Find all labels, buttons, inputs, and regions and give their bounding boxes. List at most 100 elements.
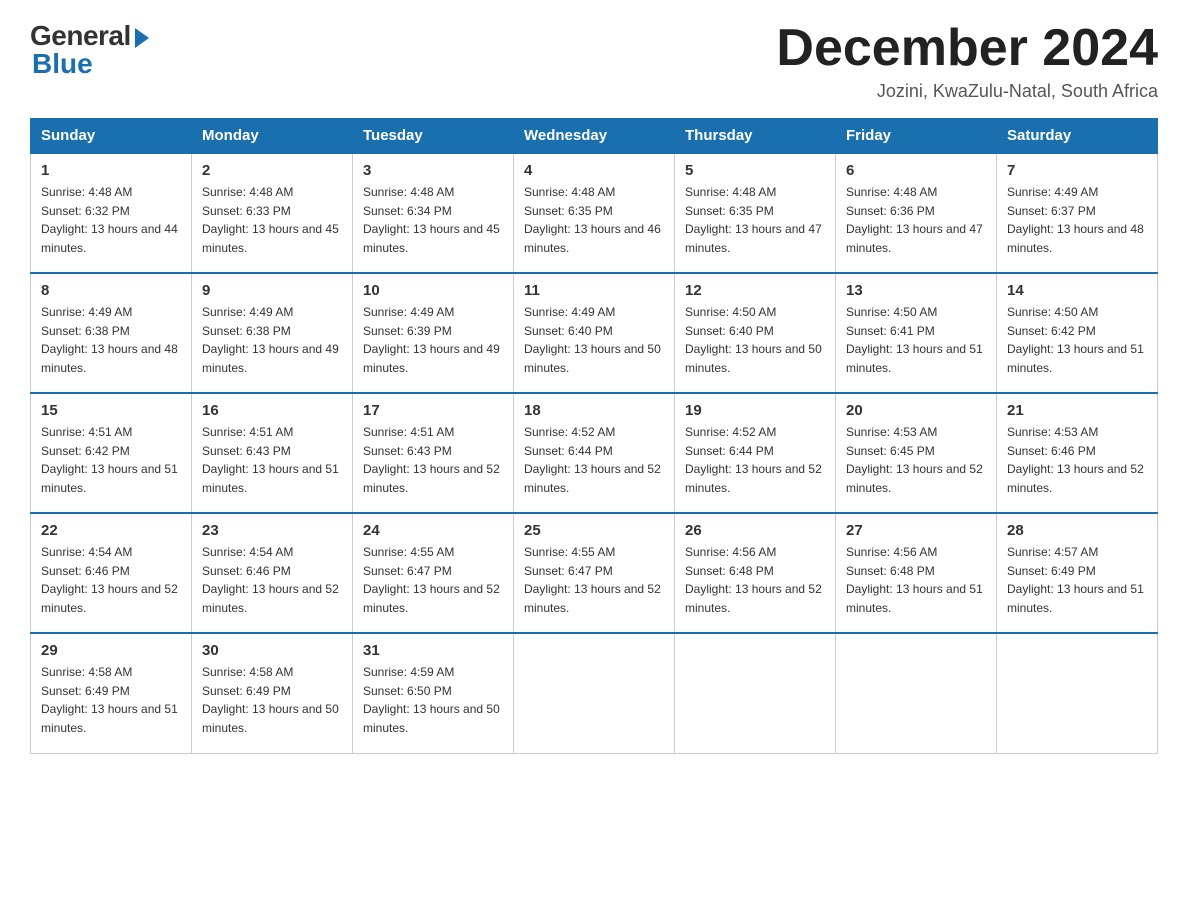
day-info: Sunrise: 4:53 AMSunset: 6:45 PMDaylight:…	[846, 423, 986, 497]
day-of-week-header: Saturday	[997, 119, 1158, 154]
calendar-day-cell: 14 Sunrise: 4:50 AMSunset: 6:42 PMDayligh…	[997, 273, 1158, 393]
calendar-day-cell: 17 Sunrise: 4:51 AMSunset: 6:43 PMDayligh…	[353, 393, 514, 513]
calendar-day-cell: 31 Sunrise: 4:59 AMSunset: 6:50 PMDayligh…	[353, 633, 514, 753]
day-of-week-header: Thursday	[675, 119, 836, 154]
day-number: 17	[363, 402, 503, 419]
logo-blue-text: Blue	[32, 48, 93, 80]
day-info: Sunrise: 4:48 AMSunset: 6:35 PMDaylight:…	[524, 183, 664, 257]
day-info: Sunrise: 4:56 AMSunset: 6:48 PMDaylight:…	[846, 543, 986, 617]
day-number: 29	[41, 642, 181, 659]
calendar-day-cell: 28Sunrise: 4:57 AMSunset: 6:49 PMDayligh…	[997, 513, 1158, 633]
day-info: Sunrise: 4:48 AMSunset: 6:35 PMDaylight:…	[685, 183, 825, 257]
calendar-day-cell: 21Sunrise: 4:53 AMSunset: 6:46 PMDayligh…	[997, 393, 1158, 513]
calendar-day-cell: 23Sunrise: 4:54 AMSunset: 6:46 PMDayligh…	[192, 513, 353, 633]
calendar-day-cell: 1Sunrise: 4:48 AMSunset: 6:32 PMDaylight…	[31, 153, 192, 273]
day-info: Sunrise: 4:50 AMSunset: 6:40 PMDaylight:…	[685, 303, 825, 377]
calendar-day-cell: 10 Sunrise: 4:49 AMSunset: 6:39 PMDayligh…	[353, 273, 514, 393]
location-subtitle: Jozini, KwaZulu-Natal, South Africa	[776, 81, 1158, 102]
day-number: 4	[524, 162, 664, 179]
calendar-week-row: 22Sunrise: 4:54 AMSunset: 6:46 PMDayligh…	[31, 513, 1158, 633]
day-info: Sunrise: 4:48 AMSunset: 6:33 PMDaylight:…	[202, 183, 342, 257]
day-number: 23	[202, 522, 342, 539]
calendar-day-cell: 27 Sunrise: 4:56 AMSunset: 6:48 PMDayligh…	[836, 513, 997, 633]
calendar-day-cell	[514, 633, 675, 753]
calendar-day-cell	[675, 633, 836, 753]
day-of-week-header: Wednesday	[514, 119, 675, 154]
logo-arrow-icon	[135, 28, 149, 48]
calendar-day-cell: 2 Sunrise: 4:48 AMSunset: 6:33 PMDaylight…	[192, 153, 353, 273]
day-info: Sunrise: 4:53 AMSunset: 6:46 PMDaylight:…	[1007, 423, 1147, 497]
day-number: 15	[41, 402, 181, 419]
day-number: 22	[41, 522, 181, 539]
day-info: Sunrise: 4:52 AMSunset: 6:44 PMDaylight:…	[524, 423, 664, 497]
calendar-day-cell: 9 Sunrise: 4:49 AMSunset: 6:38 PMDaylight…	[192, 273, 353, 393]
day-number: 28	[1007, 522, 1147, 539]
day-info: Sunrise: 4:49 AMSunset: 6:39 PMDaylight:…	[363, 303, 503, 377]
day-number: 3	[363, 162, 503, 179]
day-number: 13	[846, 282, 986, 299]
day-info: Sunrise: 4:49 AMSunset: 6:38 PMDaylight:…	[202, 303, 342, 377]
day-number: 10	[363, 282, 503, 299]
calendar-day-cell: 13 Sunrise: 4:50 AMSunset: 6:41 PMDayligh…	[836, 273, 997, 393]
day-info: Sunrise: 4:51 AMSunset: 6:43 PMDaylight:…	[363, 423, 503, 497]
day-info: Sunrise: 4:50 AMSunset: 6:42 PMDaylight:…	[1007, 303, 1147, 377]
calendar-day-cell: 11 Sunrise: 4:49 AMSunset: 6:40 PMDayligh…	[514, 273, 675, 393]
day-info: Sunrise: 4:49 AMSunset: 6:38 PMDaylight:…	[41, 303, 181, 377]
calendar-day-cell	[836, 633, 997, 753]
day-number: 14	[1007, 282, 1147, 299]
day-number: 16	[202, 402, 342, 419]
calendar-day-cell: 26 Sunrise: 4:56 AMSunset: 6:48 PMDayligh…	[675, 513, 836, 633]
calendar-day-cell: 4 Sunrise: 4:48 AMSunset: 6:35 PMDaylight…	[514, 153, 675, 273]
day-of-week-header: Friday	[836, 119, 997, 154]
day-info: Sunrise: 4:59 AMSunset: 6:50 PMDaylight:…	[363, 663, 503, 737]
day-number: 26	[685, 522, 825, 539]
calendar-day-cell: 20 Sunrise: 4:53 AMSunset: 6:45 PMDayligh…	[836, 393, 997, 513]
day-info: Sunrise: 4:55 AMSunset: 6:47 PMDaylight:…	[363, 543, 503, 617]
calendar-table: SundayMondayTuesdayWednesdayThursdayFrid…	[30, 118, 1158, 754]
calendar-body: 1Sunrise: 4:48 AMSunset: 6:32 PMDaylight…	[31, 153, 1158, 753]
logo: General Blue	[30, 20, 149, 80]
day-number: 24	[363, 522, 503, 539]
calendar-day-cell: 16 Sunrise: 4:51 AMSunset: 6:43 PMDayligh…	[192, 393, 353, 513]
calendar-header: SundayMondayTuesdayWednesdayThursdayFrid…	[31, 119, 1158, 154]
day-number: 27	[846, 522, 986, 539]
day-info: Sunrise: 4:49 AMSunset: 6:40 PMDaylight:…	[524, 303, 664, 377]
day-info: Sunrise: 4:52 AMSunset: 6:44 PMDaylight:…	[685, 423, 825, 497]
day-info: Sunrise: 4:48 AMSunset: 6:34 PMDaylight:…	[363, 183, 503, 257]
day-number: 19	[685, 402, 825, 419]
day-info: Sunrise: 4:49 AMSunset: 6:37 PMDaylight:…	[1007, 183, 1147, 257]
calendar-week-row: 1Sunrise: 4:48 AMSunset: 6:32 PMDaylight…	[31, 153, 1158, 273]
day-number: 9	[202, 282, 342, 299]
calendar-day-cell: 18 Sunrise: 4:52 AMSunset: 6:44 PMDayligh…	[514, 393, 675, 513]
day-info: Sunrise: 4:56 AMSunset: 6:48 PMDaylight:…	[685, 543, 825, 617]
calendar-day-cell: 19 Sunrise: 4:52 AMSunset: 6:44 PMDayligh…	[675, 393, 836, 513]
calendar-week-row: 15 Sunrise: 4:51 AMSunset: 6:42 PMDayligh…	[31, 393, 1158, 513]
day-of-week-header: Sunday	[31, 119, 192, 154]
day-info: Sunrise: 4:50 AMSunset: 6:41 PMDaylight:…	[846, 303, 986, 377]
day-number: 30	[202, 642, 342, 659]
day-number: 18	[524, 402, 664, 419]
calendar-week-row: 8 Sunrise: 4:49 AMSunset: 6:38 PMDaylight…	[31, 273, 1158, 393]
title-block: December 2024 Jozini, KwaZulu-Natal, Sou…	[776, 20, 1158, 102]
day-number: 8	[41, 282, 181, 299]
day-number: 5	[685, 162, 825, 179]
day-number: 11	[524, 282, 664, 299]
days-of-week-row: SundayMondayTuesdayWednesdayThursdayFrid…	[31, 119, 1158, 154]
calendar-day-cell: 3 Sunrise: 4:48 AMSunset: 6:34 PMDaylight…	[353, 153, 514, 273]
calendar-day-cell: 6Sunrise: 4:48 AMSunset: 6:36 PMDaylight…	[836, 153, 997, 273]
calendar-day-cell: 24 Sunrise: 4:55 AMSunset: 6:47 PMDayligh…	[353, 513, 514, 633]
calendar-day-cell: 22Sunrise: 4:54 AMSunset: 6:46 PMDayligh…	[31, 513, 192, 633]
day-number: 1	[41, 162, 181, 179]
day-number: 20	[846, 402, 986, 419]
month-title: December 2024	[776, 20, 1158, 77]
calendar-day-cell	[997, 633, 1158, 753]
day-number: 12	[685, 282, 825, 299]
day-number: 2	[202, 162, 342, 179]
day-info: Sunrise: 4:51 AMSunset: 6:42 PMDaylight:…	[41, 423, 181, 497]
calendar-week-row: 29Sunrise: 4:58 AMSunset: 6:49 PMDayligh…	[31, 633, 1158, 753]
day-info: Sunrise: 4:51 AMSunset: 6:43 PMDaylight:…	[202, 423, 342, 497]
day-number: 7	[1007, 162, 1147, 179]
calendar-day-cell: 8 Sunrise: 4:49 AMSunset: 6:38 PMDaylight…	[31, 273, 192, 393]
calendar-day-cell: 12 Sunrise: 4:50 AMSunset: 6:40 PMDayligh…	[675, 273, 836, 393]
day-number: 31	[363, 642, 503, 659]
